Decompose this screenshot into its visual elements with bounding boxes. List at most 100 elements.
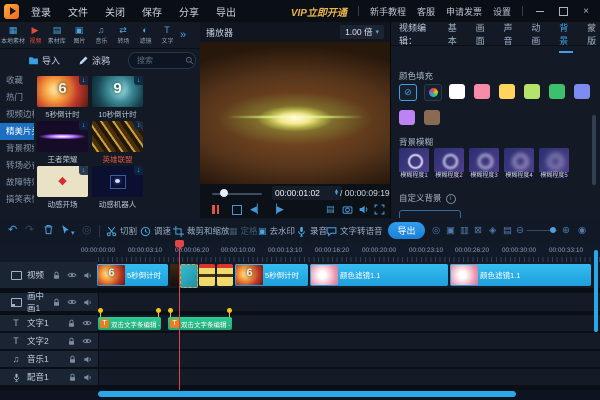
menu-export[interactable]: 导出: [216, 4, 236, 19]
crop-tool[interactable]: 裁剪和缩放: [173, 225, 230, 237]
keyframe-pin[interactable]: [227, 308, 232, 317]
locate-icon[interactable]: ◎: [82, 224, 92, 237]
delete-icon[interactable]: [43, 224, 54, 235]
keyframe-pin[interactable]: [168, 308, 173, 317]
stop-button[interactable]: [232, 205, 242, 215]
lock-icon[interactable]: [67, 319, 76, 328]
search-icon[interactable]: [185, 56, 194, 65]
link-support[interactable]: 客服: [417, 5, 435, 18]
current-time-box[interactable]: 00:00:01:02 ▲ ▼: [272, 186, 342, 200]
clip-small[interactable]: [170, 264, 179, 286]
track-header-video[interactable]: 视频: [0, 262, 99, 288]
select-cursor-icon[interactable]: [60, 224, 71, 235]
media-thumbnail[interactable]: ◆ ↓: [37, 166, 88, 197]
color-swatch[interactable]: [449, 84, 465, 99]
media-tab-image[interactable]: ▣ 图片: [68, 25, 90, 45]
next-frame-button[interactable]: ▕▶: [270, 204, 284, 215]
media-item[interactable]: ↓ 动感机器人: [92, 166, 143, 210]
download-icon[interactable]: ↓: [134, 166, 143, 175]
track-lane[interactable]: [99, 293, 600, 311]
color-swatch[interactable]: [399, 110, 415, 125]
chevron-down-icon[interactable]: ▾: [71, 227, 75, 240]
tab-animation[interactable]: 动画: [531, 21, 545, 47]
color-swatch[interactable]: [549, 84, 565, 99]
clip-color-filter-1[interactable]: 颜色滤镜1.1: [310, 264, 448, 286]
clip-text-1[interactable]: T 双击文字条编辑 - 左: [98, 317, 161, 330]
media-thumbnail[interactable]: 9 ↓: [92, 76, 143, 107]
track-header-text2[interactable]: T 文字2: [0, 333, 99, 349]
editor-scrollbar[interactable]: [592, 115, 596, 185]
watermark-tool[interactable]: ▣ 去水印: [258, 225, 295, 237]
clip-color-filter-2[interactable]: 颜色滤镜1.1: [450, 264, 591, 286]
lock-icon[interactable]: [68, 355, 77, 364]
track-lane[interactable]: [99, 369, 600, 385]
video-preview[interactable]: [200, 42, 390, 184]
fit-timeline-icon[interactable]: ▤: [503, 225, 512, 236]
search-input[interactable]: [129, 56, 183, 65]
media-tab-local[interactable]: ▦ 本地素材: [1, 25, 25, 45]
dual-panel-icon[interactable]: ▥: [460, 225, 469, 236]
snapshot-camera-icon[interactable]: [342, 204, 353, 215]
zoom-out-icon[interactable]: ⊖: [516, 225, 524, 236]
freeze-tool[interactable]: ▦ 定格: [229, 225, 258, 237]
color-picker-swatch[interactable]: [424, 84, 442, 101]
download-icon[interactable]: ↓: [79, 166, 88, 175]
timeline-vertical-scrollbar[interactable]: [594, 250, 598, 332]
clip-text-2[interactable]: T 双击文字条编辑 - 左: [168, 317, 232, 330]
media-thumbnail[interactable]: ↓: [37, 121, 88, 152]
maximize-button[interactable]: [557, 4, 569, 18]
category-funny[interactable]: 搞笑表情: [0, 191, 34, 208]
eye-icon[interactable]: [82, 318, 92, 328]
app-logo[interactable]: [4, 3, 19, 19]
shield-icon[interactable]: ◈: [489, 225, 496, 236]
category-glitch[interactable]: 故障特效: [0, 174, 34, 191]
track-lane[interactable]: [99, 351, 600, 367]
category-backgrounds[interactable]: 背景视频: [0, 140, 34, 157]
tab-basic[interactable]: 基本: [448, 21, 462, 47]
lock-icon[interactable]: [68, 373, 77, 382]
clip-countdown-2[interactable]: 6 5秒倒计时: [235, 264, 308, 286]
marker-icon[interactable]: ◎: [432, 225, 440, 236]
speed-tool[interactable]: 调速: [140, 225, 171, 237]
time-stepper[interactable]: ▲ ▼: [334, 188, 339, 197]
import-button[interactable]: 导入: [28, 54, 60, 67]
media-item[interactable]: 6 ↓ 5秒倒计时: [37, 76, 88, 120]
track-lane[interactable]: [99, 333, 600, 349]
undo-icon[interactable]: ↶: [8, 224, 17, 237]
fullscreen-icon[interactable]: [374, 204, 385, 215]
clip-countdown-1[interactable]: 6 5秒倒计时: [97, 264, 168, 286]
horizontal-scrollbar[interactable]: [98, 391, 516, 397]
zoom-slider-handle[interactable]: [550, 227, 556, 233]
download-icon[interactable]: ↓: [134, 121, 143, 130]
blur-level-5[interactable]: 模糊程度5: [539, 148, 569, 180]
category-intros[interactable]: 精美片头: [0, 123, 34, 140]
playhead-line[interactable]: [179, 241, 180, 390]
keyframe-pin[interactable]: [98, 308, 103, 317]
download-icon[interactable]: ↓: [79, 121, 88, 130]
media-tab-transition[interactable]: ⇄ 转场: [112, 25, 134, 45]
close-button[interactable]: ×: [580, 4, 592, 18]
split-view-icon[interactable]: ▣: [446, 225, 455, 236]
media-tab-music[interactable]: ♫ 音乐: [90, 25, 112, 45]
media-item[interactable]: 9 ↓ 10秒倒计时: [92, 76, 143, 120]
media-thumbnail[interactable]: ↓: [92, 166, 143, 197]
clip-text-poster[interactable]: [199, 264, 215, 286]
color-swatch[interactable]: [499, 84, 515, 99]
media-item[interactable]: ◆ ↓ 动感开场: [37, 166, 88, 210]
speaker-icon[interactable]: [83, 271, 92, 280]
blur-level-1[interactable]: 模糊程度1: [399, 148, 429, 180]
speaker-icon[interactable]: [83, 298, 92, 307]
color-swatch[interactable]: [524, 84, 540, 99]
media-tab-library[interactable]: ▤ 素材库: [46, 25, 68, 45]
tab-background[interactable]: 背景: [559, 21, 574, 53]
menu-file[interactable]: 文件: [68, 4, 88, 19]
media-item[interactable]: ↓ 英雄联盟: [92, 121, 143, 165]
speaker-icon[interactable]: [83, 355, 92, 364]
text-to-speech-tool[interactable]: 文字转语音: [326, 225, 383, 237]
fit-to-screen-icon[interactable]: ◉: [578, 225, 586, 236]
link-invoice[interactable]: 申请发票: [446, 5, 482, 18]
media-thumbnail[interactable]: 6 ↓: [37, 76, 88, 107]
redo-icon[interactable]: ↷: [25, 224, 34, 237]
keyframe-pin[interactable]: [156, 308, 161, 317]
download-icon[interactable]: ↓: [134, 76, 143, 85]
